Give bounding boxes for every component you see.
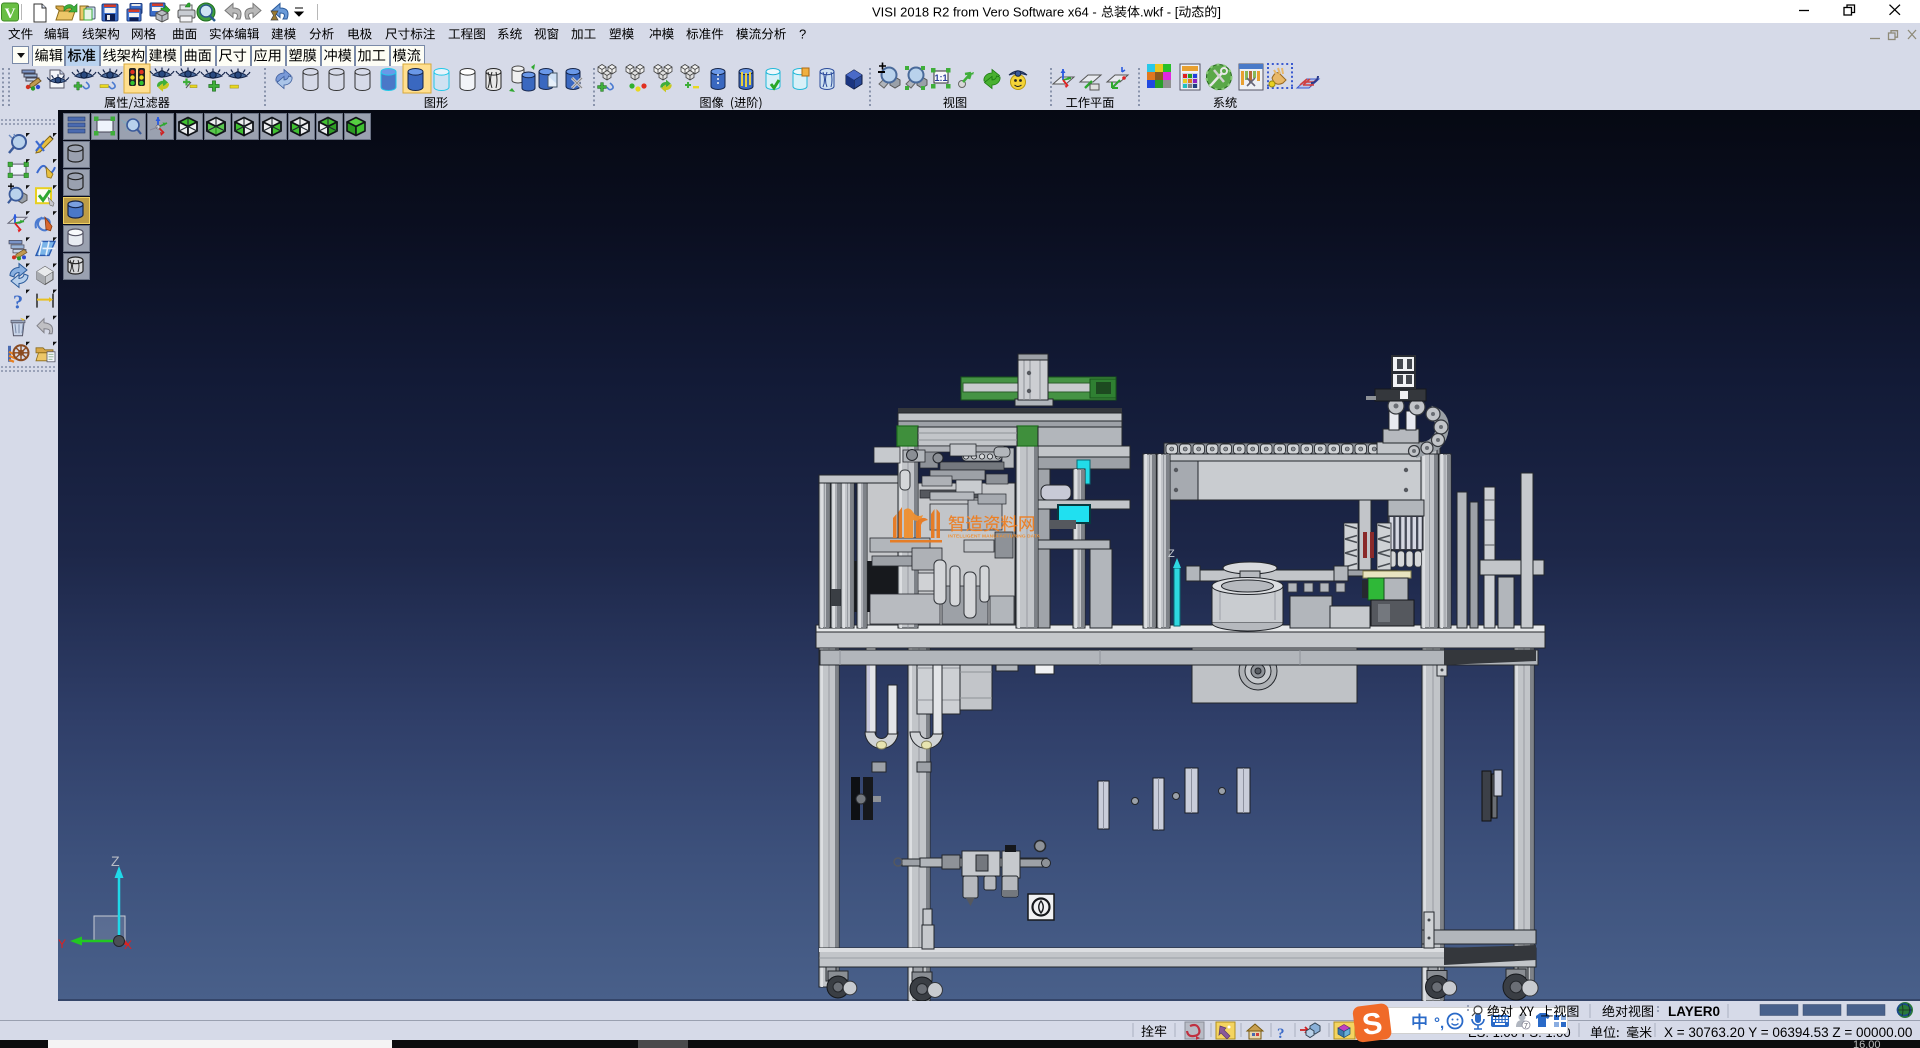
svg-text:7: 7: [1524, 1023, 1528, 1030]
svg-text:S: S: [1360, 1007, 1384, 1042]
svg-text:°,: °,: [1434, 1015, 1444, 1032]
